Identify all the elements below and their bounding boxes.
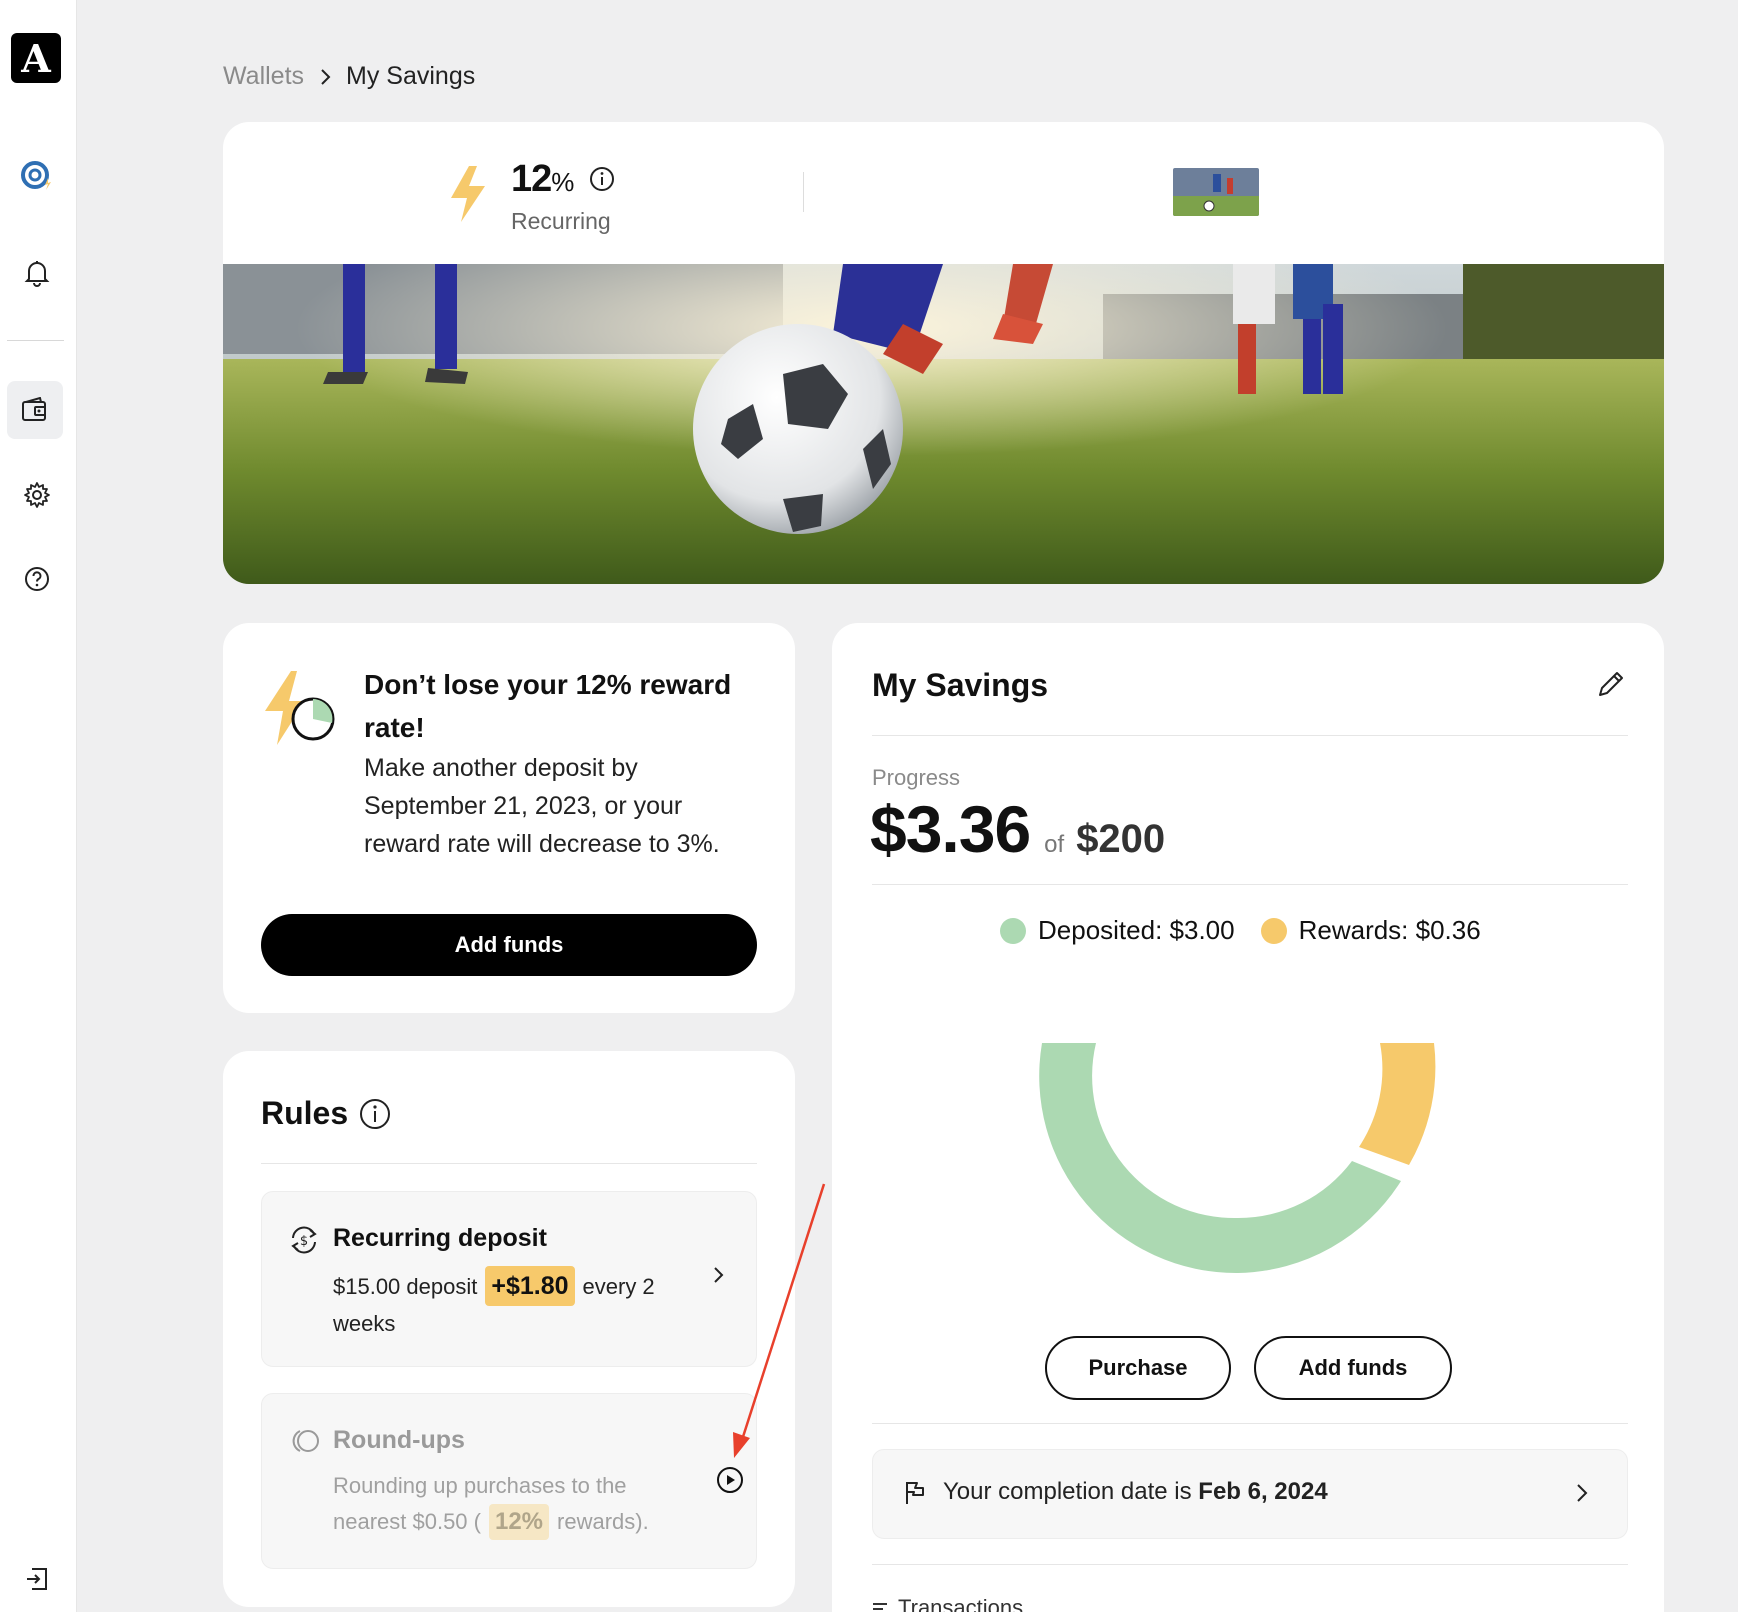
hero-divider: [803, 172, 804, 212]
wallet-icon[interactable]: [7, 381, 63, 439]
add-funds-button[interactable]: Add funds: [261, 914, 757, 976]
savings-divider: [872, 1423, 1628, 1424]
play-icon[interactable]: [716, 1466, 744, 1494]
savings-divider: [872, 1564, 1628, 1565]
legend-label: Deposited: $3.00: [1038, 915, 1235, 945]
rules-divider: [261, 1163, 757, 1164]
savings-divider: [872, 735, 1628, 736]
breadcrumb-current: My Savings: [346, 62, 476, 90]
flag-icon: [906, 1482, 924, 1504]
rule-title: Recurring deposit: [333, 1224, 547, 1252]
legend-label: Rewards: $0.36: [1298, 915, 1481, 945]
rule-round-ups[interactable]: Round-ups Rounding up purchases to the n…: [261, 1393, 757, 1569]
legend-dot-green: [1000, 917, 1026, 944]
svg-text:$: $: [300, 1234, 308, 1249]
help-icon[interactable]: [11, 553, 63, 605]
rule-title: Round-ups: [333, 1426, 465, 1454]
hero-card: 12% Recurring: [223, 122, 1664, 584]
breadcrumb: Wallets My Savings: [223, 62, 475, 91]
reward-warning-card: Don’t lose your 12% reward rate! Make an…: [223, 623, 795, 1013]
logout-icon[interactable]: [11, 1553, 63, 1605]
lightning-icon: [451, 166, 485, 222]
transactions-header[interactable]: Transactions: [872, 1595, 1023, 1612]
rewards-arc: [1359, 1043, 1436, 1165]
rule-text-suffix: rewards).: [557, 1509, 649, 1534]
legend-deposited: Deposited: $3.00: [1000, 915, 1235, 946]
rules-title: Rules: [261, 1095, 349, 1131]
warning-title: Don’t lose your 12% reward rate!: [364, 669, 732, 743]
transactions-label: Transactions: [898, 1595, 1024, 1612]
goal-image-thumbnail[interactable]: [1173, 168, 1259, 216]
breadcrumb-wallets-link[interactable]: Wallets: [223, 62, 304, 91]
recurring-deposit-icon: $: [291, 1226, 317, 1254]
chevron-right-icon: [1577, 1484, 1588, 1502]
rewards-icon[interactable]: [11, 150, 63, 202]
add-funds-button[interactable]: Add funds: [1254, 1336, 1452, 1400]
completion-date-row[interactable]: Your completion date is Feb 6, 2024: [872, 1449, 1628, 1539]
info-icon[interactable]: [359, 1098, 391, 1130]
completion-date: Feb 6, 2024: [1198, 1478, 1328, 1505]
rule-description: $15.00 deposit +$1.80 every 2 weeks: [333, 1266, 683, 1342]
chart-legend: Deposited: $3.00 Rewards: $0.36: [1000, 915, 1481, 946]
chevron-right-icon: [321, 68, 331, 85]
savings-title: My Savings: [872, 667, 1049, 703]
savings-card: My Savings Progress $3.36 of $200 Deposi…: [832, 623, 1664, 1612]
bell-icon[interactable]: [11, 247, 63, 299]
rule-recurring-deposit[interactable]: $ Recurring deposit $15.00 deposit +$1.80…: [261, 1191, 757, 1367]
hero-header: 12% Recurring: [223, 122, 1664, 264]
savings-divider: [872, 884, 1628, 885]
progress-amount: $3.36 of $200: [870, 791, 1165, 867]
of-label: of: [1044, 831, 1065, 858]
round-ups-icon: [292, 1430, 319, 1452]
legend-rewards: Rewards: $0.36: [1260, 915, 1481, 946]
goal-cover-image: [223, 264, 1664, 584]
reward-rate-badge: 12%: [488, 1504, 550, 1540]
pencil-icon[interactable]: [1596, 669, 1626, 699]
progress-label: Progress: [872, 765, 961, 790]
reward-rate: 12%: [511, 158, 574, 200]
progress-gauge: [1039, 1043, 1436, 1274]
list-icon: [873, 1603, 887, 1610]
rule-amount: $15.00 deposit: [333, 1274, 478, 1299]
completion-prefix: Your completion date is: [943, 1478, 1192, 1505]
reward-timer-icon: [265, 671, 335, 745]
deposited-arc: [1039, 1043, 1401, 1274]
warning-message: Make another deposit by September 21, 20…: [364, 754, 720, 858]
goal-amount: $200: [1076, 817, 1166, 861]
rules-card: Rules $ Recurring deposit $15.00 deposit…: [223, 1051, 795, 1607]
completion-date-text: Your completion date is Feb 6, 2024: [943, 1478, 1328, 1506]
rule-description: Rounding up purchases to the nearest $0.…: [333, 1468, 683, 1540]
purchase-button[interactable]: Purchase: [1045, 1336, 1231, 1400]
chevron-right-icon[interactable]: [712, 1265, 726, 1285]
sidebar-divider: [7, 340, 64, 341]
saved-amount: $3.36: [870, 792, 1031, 866]
sidebar: A: [0, 0, 77, 1612]
app-logo[interactable]: A: [11, 33, 61, 83]
reward-bonus-badge: +$1.80: [485, 1266, 575, 1306]
legend-dot-yellow: [1260, 917, 1287, 944]
gear-icon[interactable]: [11, 469, 63, 521]
info-icon[interactable]: [589, 166, 615, 192]
reward-rate-label: Recurring: [511, 208, 611, 234]
